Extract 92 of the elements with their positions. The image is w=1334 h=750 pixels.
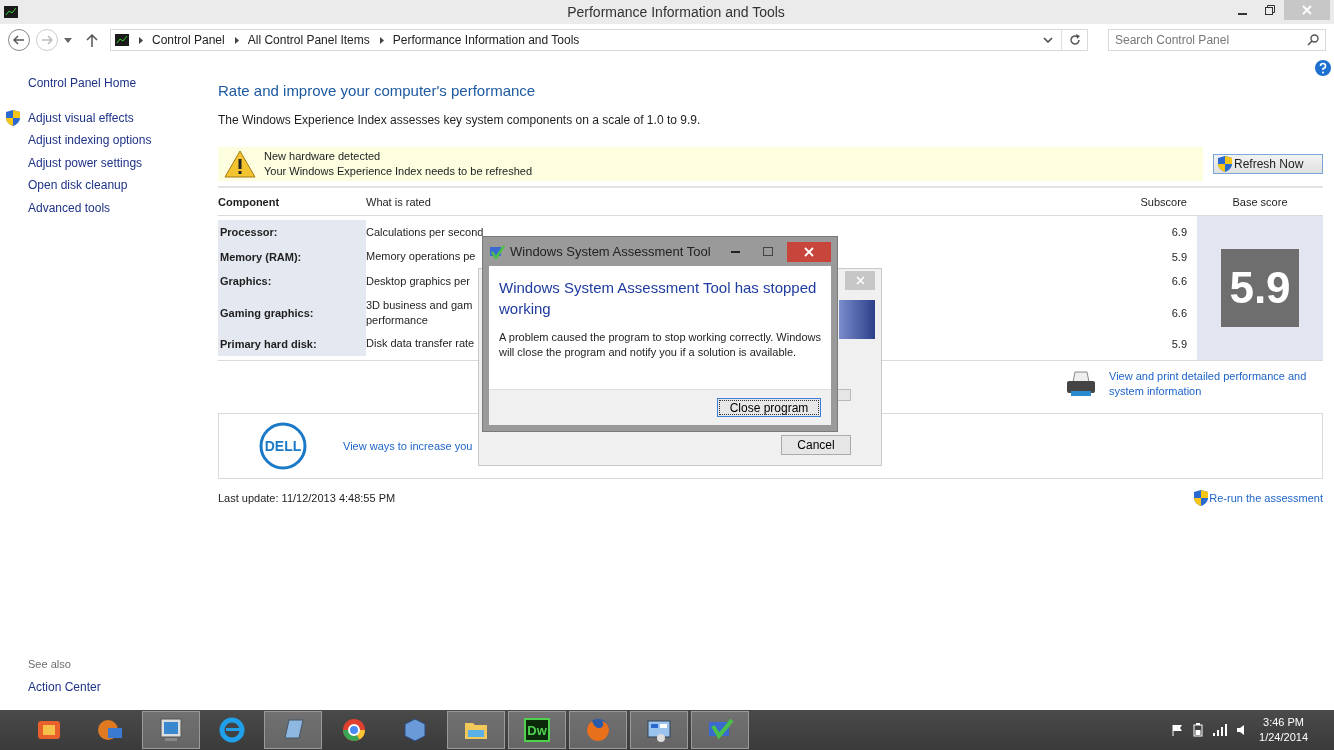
dropdown-icon[interactable] bbox=[64, 37, 72, 43]
print-details-link[interactable]: View and print detailed performance and system information bbox=[1109, 369, 1323, 399]
taskbar-app[interactable] bbox=[447, 711, 505, 749]
intro-text: The Windows Experience Index assesses key system components on a scale of 1.0 to 9.9. bbox=[218, 113, 702, 127]
component-cell: Primary hard disk: bbox=[218, 331, 366, 356]
browser-icon bbox=[218, 716, 246, 744]
clock[interactable]: 3:46 PM 1/24/2014 bbox=[1259, 715, 1308, 745]
flag-icon[interactable] bbox=[1171, 724, 1184, 736]
close-icon bbox=[855, 276, 865, 285]
refresh-now-button[interactable]: Refresh Now bbox=[1213, 154, 1323, 174]
firefox-icon bbox=[584, 716, 612, 744]
dell-logo: DELL bbox=[259, 422, 307, 470]
column-header: Base score bbox=[1231, 195, 1289, 208]
subscore-cell-text: 6.6 bbox=[1170, 275, 1188, 288]
column-header: What is rated bbox=[366, 195, 432, 208]
dropdown-icon[interactable] bbox=[1043, 37, 1053, 43]
improve-link[interactable]: View ways to increase you bbox=[343, 438, 473, 454]
sidebar-link[interactable]: Open disk cleanup bbox=[28, 178, 128, 193]
rated-cell: 3D business and gam performance bbox=[366, 297, 473, 328]
window-title: Performance Information and Tools bbox=[567, 4, 785, 20]
cancel-button[interactable]: Cancel bbox=[781, 435, 851, 455]
column-header: Component bbox=[218, 195, 281, 208]
battery-icon[interactable] bbox=[1193, 723, 1204, 737]
shield-icon bbox=[1194, 490, 1209, 506]
subscore-cell-text: 5.9 bbox=[1170, 250, 1188, 263]
chrome-icon bbox=[340, 716, 368, 744]
base-score: 5.9 bbox=[1221, 249, 1299, 327]
warning-icon bbox=[224, 150, 256, 178]
sidebar-link[interactable]: Advanced tools bbox=[28, 200, 111, 215]
rated-cell: Memory operations pe bbox=[366, 249, 476, 265]
sidebar-link[interactable]: Adjust indexing options bbox=[28, 133, 152, 148]
last-update: Last update: 11/12/2013 4:48:55 PM bbox=[218, 492, 396, 504]
breadcrumb[interactable]: Performance Information and Tools bbox=[392, 33, 580, 47]
up-arrow-icon[interactable] bbox=[86, 33, 98, 47]
see-also-heading: See also bbox=[28, 658, 71, 671]
subscore-cell-text: 6.9 bbox=[1170, 226, 1188, 239]
maximize-icon bbox=[763, 247, 773, 256]
minimize-icon bbox=[730, 250, 740, 253]
restore-icon bbox=[1265, 5, 1275, 15]
close-icon bbox=[804, 246, 814, 257]
rated-cell: Calculations per second bbox=[366, 224, 484, 240]
component-cell: Graphics: bbox=[218, 269, 366, 294]
subscore-cell-text: 5.9 bbox=[1170, 337, 1188, 350]
close-button[interactable] bbox=[787, 241, 831, 262]
shield-icon bbox=[6, 109, 20, 126]
minimize-icon bbox=[1237, 12, 1247, 15]
breadcrumb[interactable]: Control Panel bbox=[152, 33, 225, 47]
back-arrow-icon bbox=[13, 35, 25, 45]
cube-icon bbox=[401, 716, 429, 744]
sidebar-link[interactable]: Adjust visual effects bbox=[28, 110, 134, 125]
taskbar-app[interactable] bbox=[142, 711, 200, 749]
dialog-message: A problem caused the program to stop working correctly. Windows will close the program and notify you if a solution is available. bbox=[498, 330, 822, 360]
dialog-banner bbox=[839, 300, 875, 339]
column-header: Subscore bbox=[1139, 195, 1188, 208]
printer-icon bbox=[1065, 370, 1097, 398]
help-icon[interactable] bbox=[1315, 60, 1331, 76]
taskbar-app[interactable] bbox=[630, 711, 688, 749]
app-icon bbox=[115, 34, 129, 46]
subscore-cell-text: 6.6 bbox=[1170, 306, 1188, 319]
taskbar-app[interactable]: Dw bbox=[508, 711, 566, 749]
shield-icon bbox=[1218, 156, 1232, 172]
dreamweaver-icon: Dw bbox=[524, 718, 550, 742]
address-bar[interactable]: Control Panel All Control Panel Items Performance Information and Tools bbox=[110, 29, 1088, 51]
notice-message: Your Windows Experience Index needs to be refreshed bbox=[264, 164, 533, 179]
sidebar-link[interactable]: Adjust power settings bbox=[28, 155, 143, 170]
forward-arrow-icon bbox=[41, 35, 53, 45]
dialog-title: Windows System Assessment Tool bbox=[510, 244, 712, 259]
rerun-link[interactable]: Re-run the assessment bbox=[1194, 490, 1323, 506]
search-field[interactable]: Search Control Panel bbox=[1108, 29, 1326, 51]
app-icon bbox=[4, 6, 18, 18]
rated-cell: Disk data transfer rate bbox=[366, 336, 475, 352]
assessment-icon bbox=[489, 243, 505, 260]
rated-cell: Desktop graphics per bbox=[366, 273, 470, 289]
close-icon bbox=[1302, 5, 1312, 15]
chevron-icon bbox=[139, 36, 143, 44]
page-heading: Rate and improve your computer's performance bbox=[218, 82, 537, 99]
refresh-icon[interactable] bbox=[1068, 34, 1081, 46]
back-button[interactable] bbox=[8, 29, 30, 51]
component-cell: Memory (RAM): bbox=[218, 244, 366, 269]
signal-icon[interactable] bbox=[1213, 724, 1228, 736]
sidebar-link[interactable]: Control Panel Home bbox=[28, 76, 137, 91]
monitor-icon bbox=[157, 716, 185, 744]
chevron-icon bbox=[379, 36, 384, 44]
notice-title: New hardware detected bbox=[264, 149, 382, 164]
breadcrumb[interactable]: All Control Panel Items bbox=[247, 33, 370, 47]
sidebar-link[interactable]: Action Center bbox=[28, 679, 101, 694]
search-icon bbox=[1307, 34, 1319, 46]
close-program-button[interactable]: Close program bbox=[717, 398, 821, 417]
component-cell: Gaming graphics: bbox=[218, 293, 366, 332]
dialog-heading: Windows System Assessment Tool has stopped working bbox=[498, 278, 818, 319]
chevron-icon bbox=[234, 36, 239, 44]
component-cell: Processor: bbox=[218, 220, 366, 245]
